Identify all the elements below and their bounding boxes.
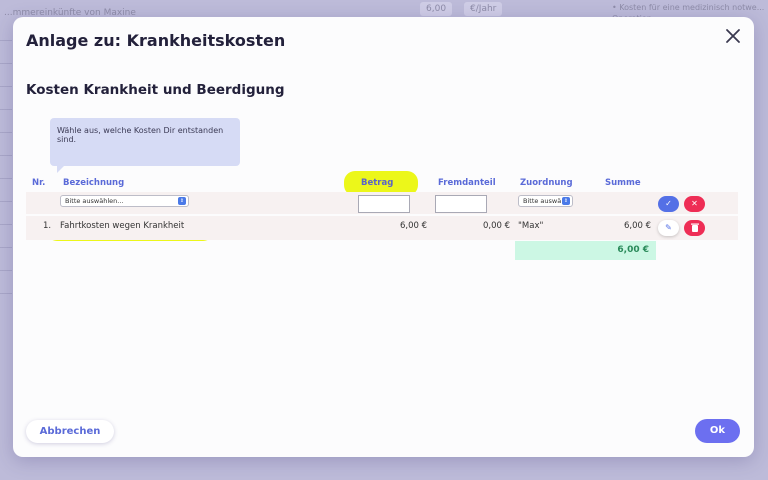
row-zuordnung: "Max"	[518, 221, 544, 231]
total-sum-value: 6,00 €	[617, 245, 649, 255]
abbrechen-button[interactable]: Abbrechen	[26, 420, 114, 443]
modal-title: Anlage zu: Krankheitskosten	[26, 31, 286, 50]
trash-icon	[690, 223, 699, 232]
tooltip-text: Wähle aus, welche Kosten Dir entstanden …	[57, 126, 224, 144]
column-header-zuordnung: Zuordnung	[520, 178, 573, 188]
total-sum: 6,00 €	[515, 241, 656, 260]
select-chevron-icon: ⇕	[178, 197, 186, 205]
edit-button[interactable]: ✎	[658, 220, 679, 236]
row-betrag: 6,00 €	[400, 221, 428, 231]
fremdanteil-input[interactable]	[435, 195, 487, 213]
check-icon: ✓	[665, 199, 672, 208]
background-unit: €/Jahr	[464, 2, 503, 16]
confirm-button[interactable]: ✓	[658, 196, 679, 212]
betrag-input[interactable]	[358, 195, 410, 213]
zuordnung-select-value: Bitte auswä	[523, 197, 562, 205]
background-values: 6,00 €/Jahr	[420, 0, 570, 18]
bezeichnung-select[interactable]: Bitte auswählen... ⇕	[60, 195, 189, 207]
close-icon	[726, 29, 740, 43]
zuordnung-select[interactable]: Bitte auswä ⇕	[518, 195, 573, 207]
bezeichnung-select-value: Bitte auswählen...	[65, 197, 124, 205]
tooltip: Wähle aus, welche Kosten Dir entstanden …	[50, 118, 240, 173]
modal-dialog: Anlage zu: Krankheitskosten Kosten Krank…	[13, 17, 754, 457]
close-icon: ✕	[691, 199, 698, 208]
column-header-nr: Nr.	[32, 178, 46, 188]
background-lines	[0, 40, 12, 340]
background-value: 6,00	[420, 2, 453, 16]
pencil-icon: ✎	[665, 223, 672, 232]
close-button[interactable]	[724, 27, 742, 45]
column-header-betrag: Betrag	[361, 178, 394, 188]
section-title: Kosten Krankheit und Beerdigung	[26, 82, 285, 98]
row-fremdanteil: 0,00 €	[483, 221, 511, 231]
column-header-bezeichnung: Bezeichnung	[63, 178, 125, 188]
ok-button[interactable]: Ok	[695, 419, 740, 443]
row-nr: 1.	[43, 221, 52, 231]
cancel-row-button[interactable]: ✕	[684, 196, 705, 212]
row-summe: 6,00 €	[624, 221, 652, 231]
column-header-fremdanteil: Fremdanteil	[438, 178, 496, 188]
select-chevron-icon: ⇕	[562, 197, 570, 205]
row-bezeichnung: Fahrtkosten wegen Krankheit	[60, 221, 185, 231]
column-header-summe: Summe	[605, 178, 641, 188]
delete-button[interactable]	[684, 220, 705, 236]
